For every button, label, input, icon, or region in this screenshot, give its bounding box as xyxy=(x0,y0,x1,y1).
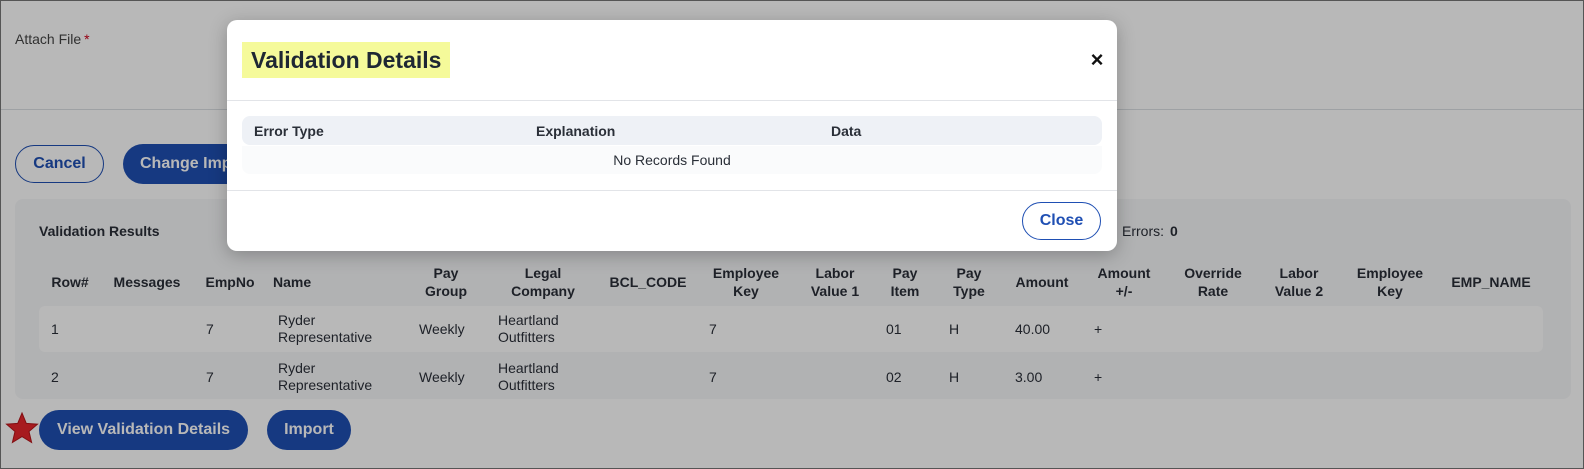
column-header-data[interactable]: Data xyxy=(831,123,861,139)
modal-table-header xyxy=(242,116,1102,145)
modal-divider-top xyxy=(227,100,1117,101)
empty-state-text: No Records Found xyxy=(242,146,1102,174)
column-header-error-type[interactable]: Error Type xyxy=(254,123,324,139)
close-icon[interactable]: × xyxy=(1087,49,1107,71)
column-header-explanation[interactable]: Explanation xyxy=(536,123,615,139)
close-button[interactable]: Close xyxy=(1022,202,1101,240)
validation-details-modal: Validation Details × Error Type Explanat… xyxy=(227,20,1117,251)
modal-title: Validation Details xyxy=(242,42,451,78)
page: Attach File * Cancel Change Import Valida… xyxy=(0,0,1584,469)
modal-divider-bottom xyxy=(227,190,1117,191)
